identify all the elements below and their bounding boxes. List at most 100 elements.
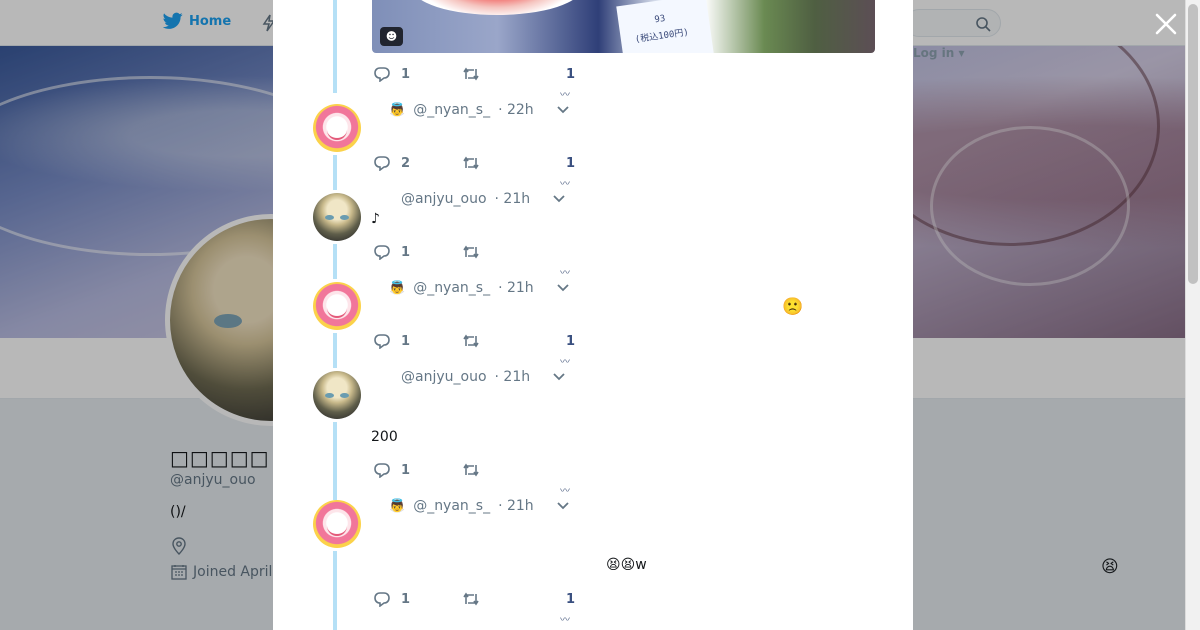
tweet-actions: 1 1	[373, 64, 575, 84]
retweet-button[interactable]	[462, 66, 566, 82]
author-handle[interactable]: @_nyan_s_	[413, 280, 490, 296]
avatar-nyan[interactable]	[313, 104, 361, 152]
thread-connector	[333, 0, 337, 93]
like-button[interactable]: 1	[566, 67, 575, 82]
tweet-header: 👼 @_nyan_s_ · 22h	[389, 102, 570, 118]
reply-count: 1	[401, 333, 411, 349]
tweet-timestamp[interactable]: · 21h	[495, 191, 531, 207]
tweet-text: 🙁	[782, 297, 804, 317]
tweet-actions: 1	[373, 242, 566, 262]
tweet-timestamp[interactable]: · 22h	[498, 102, 534, 118]
reply-button[interactable]: 1	[373, 333, 462, 349]
avatar-nyan[interactable]	[313, 282, 361, 330]
retweet-icon	[463, 67, 479, 81]
reply-button[interactable]: 1	[373, 462, 462, 478]
author-badge-emoji: 👼	[389, 102, 406, 118]
like-button[interactable]: 1	[566, 156, 575, 171]
author-badge-emoji: 👼	[389, 498, 406, 514]
media-label-tax: (税込100円)	[634, 27, 690, 46]
author-handle[interactable]: @_nyan_s_	[413, 102, 490, 118]
media-label-price: 93	[653, 13, 666, 26]
reply-button[interactable]: 1	[373, 244, 462, 260]
tweet-text: 😫😫w	[606, 557, 647, 573]
like-count: 1	[566, 155, 576, 171]
author-handle[interactable]: @anjyu_ouo	[401, 369, 487, 385]
media-price-label: 93 (税込100円)	[616, 0, 714, 53]
login-label: Log in	[913, 46, 955, 60]
page-scrollbar[interactable]	[1185, 0, 1200, 630]
media-dessert	[412, 0, 582, 15]
retweet-button[interactable]	[462, 155, 566, 171]
close-modal-button[interactable]	[1153, 11, 1179, 37]
thread-connector	[333, 333, 337, 368]
reply-count: 1	[401, 462, 411, 478]
thread-connector	[333, 551, 337, 630]
reply-count: 2	[401, 155, 411, 171]
reply-button[interactable]: 2	[373, 155, 462, 171]
reply-button[interactable]: 1	[373, 591, 462, 607]
tweet-conversation-modal: 93 (税込100円) ☻ 1 1 〰 👼 @_nyan_s_ · 22h 2	[273, 0, 913, 630]
thread-connector	[333, 422, 337, 500]
retweet-icon	[463, 334, 479, 348]
like-animation-glyph: 〰	[560, 486, 570, 497]
reply-icon	[374, 156, 390, 171]
author-handle[interactable]: @_nyan_s_	[413, 498, 490, 514]
tweet-timestamp[interactable]: · 21h	[495, 369, 531, 385]
tweet-header: @anjyu_ouo · 21h	[401, 191, 566, 207]
scrollbar-thumb[interactable]	[1188, 4, 1198, 284]
reply-count: 1	[401, 244, 411, 260]
avatar-anjyu[interactable]	[313, 371, 361, 419]
tweet-header: 👼 @_nyan_s_ · 21h	[389, 498, 570, 514]
retweet-button[interactable]	[462, 591, 566, 607]
tweet-timestamp[interactable]: · 21h	[498, 498, 534, 514]
avatar-anjyu[interactable]	[313, 193, 361, 241]
chevron-down-icon[interactable]	[552, 194, 566, 204]
close-icon	[1155, 13, 1177, 35]
retweet-icon	[463, 463, 479, 477]
retweet-button[interactable]	[462, 333, 566, 349]
reply-count: 1	[401, 591, 411, 607]
reply-icon	[374, 334, 390, 349]
tweet-media-image[interactable]: 93 (税込100円) ☻	[372, 0, 875, 53]
like-animation-glyph: 〰	[560, 90, 570, 101]
retweet-icon	[463, 156, 479, 170]
chevron-down-icon[interactable]	[556, 501, 570, 511]
author-handle[interactable]: @anjyu_ouo	[401, 191, 487, 207]
tweet-actions: 1	[373, 460, 566, 480]
like-animation-glyph: 〰	[560, 615, 570, 626]
like-animation-glyph: 〰	[560, 268, 570, 279]
tweet-text: ♪	[371, 211, 380, 227]
chevron-down-icon[interactable]	[556, 105, 570, 115]
tweet-header: @anjyu_ouo · 21h	[401, 369, 566, 385]
retweet-icon	[463, 245, 479, 259]
login-link[interactable]: Log in ▾	[913, 46, 965, 60]
chevron-down-icon[interactable]	[552, 372, 566, 382]
tweet-timestamp[interactable]: · 21h	[498, 280, 534, 296]
like-count: 1	[566, 591, 576, 607]
like-button[interactable]: 1	[566, 334, 575, 349]
thread-connector	[333, 155, 337, 190]
tweet-actions: 2 1	[373, 153, 575, 173]
reply-icon	[374, 67, 390, 82]
retweet-button[interactable]	[462, 462, 566, 478]
avatar-nyan[interactable]	[313, 500, 361, 548]
reply-icon	[374, 245, 390, 260]
tweet-header: 👼 @_nyan_s_ · 21h	[389, 280, 570, 296]
tweet-text: 200	[371, 429, 398, 445]
reply-button[interactable]: 1	[373, 66, 462, 82]
like-animation-glyph: 〰	[560, 179, 570, 190]
like-button[interactable]: 1	[566, 592, 575, 607]
chevron-down-icon[interactable]	[556, 283, 570, 293]
like-count: 1	[566, 333, 576, 349]
thread-connector	[333, 244, 337, 279]
reply-icon	[374, 463, 390, 478]
reply-count: 1	[401, 66, 411, 82]
retweet-icon	[463, 592, 479, 606]
retweet-button[interactable]	[462, 244, 566, 260]
tweet-actions: 1 1	[373, 331, 575, 351]
floating-emoji: 😫	[1101, 557, 1119, 577]
media-badge: ☻	[380, 27, 403, 46]
like-animation-glyph: 〰	[560, 357, 570, 368]
reply-icon	[374, 592, 390, 607]
like-count: 1	[566, 66, 576, 82]
